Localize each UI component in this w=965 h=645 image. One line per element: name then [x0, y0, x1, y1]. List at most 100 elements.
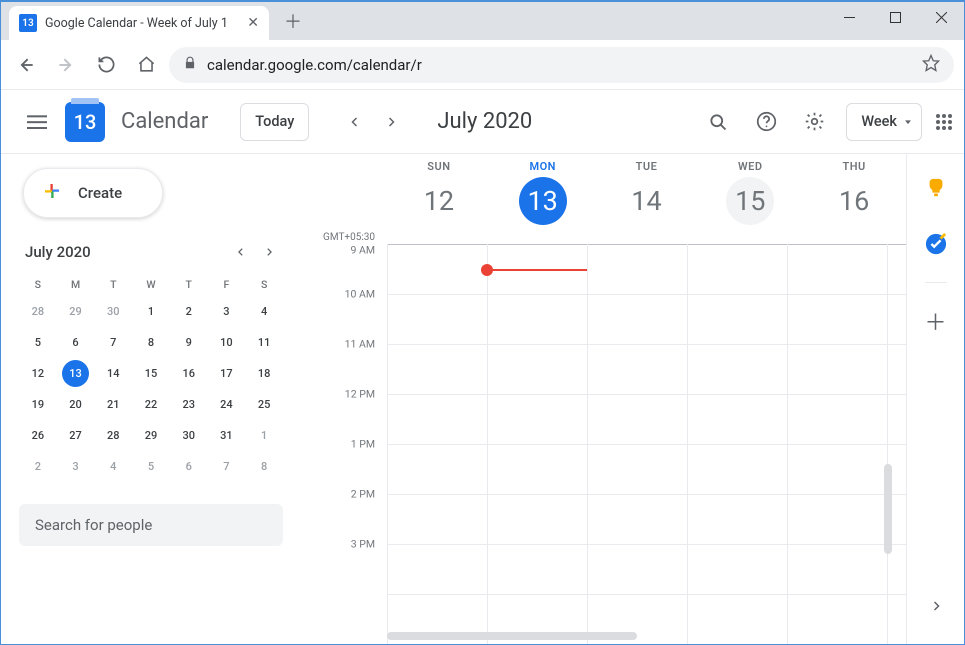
keep-icon[interactable] — [916, 168, 956, 208]
mini-day-cell[interactable]: 14 — [100, 360, 127, 387]
prev-period-button[interactable] — [337, 104, 373, 140]
mini-day-cell[interactable]: 18 — [251, 360, 278, 387]
week-view: GMT+05:30 SUN12MON13TUE14WED15THU16 9 AM… — [301, 154, 906, 644]
tab-title: Google Calendar - Week of July 1 — [45, 16, 239, 31]
now-indicator-dot — [481, 264, 493, 276]
app-header: 13 Calendar Today July 2020 Week — [1, 90, 964, 154]
mini-day-cell[interactable]: 26 — [24, 422, 51, 449]
mini-day-cell[interactable]: 20 — [62, 391, 89, 418]
mini-day-cell[interactable]: 2 — [175, 298, 202, 325]
mini-dow-label: T — [94, 274, 132, 294]
mini-day-cell[interactable]: 28 — [100, 422, 127, 449]
tab-close-icon[interactable]: ✕ — [247, 15, 259, 31]
mini-day-cell[interactable]: 6 — [62, 329, 89, 356]
day-column-header[interactable]: WED15 — [698, 154, 802, 254]
mini-day-cell[interactable]: 31 — [213, 422, 240, 449]
calendar-grid[interactable] — [387, 244, 906, 644]
browser-titlebar: 13 Google Calendar - Week of July 1 ✕ ＋ — [1, 2, 964, 40]
address-bar[interactable]: calendar.google.com/calendar/r — [169, 47, 954, 83]
mini-day-cell[interactable]: 29 — [62, 298, 89, 325]
search-icon[interactable] — [698, 102, 738, 142]
google-apps-icon[interactable] — [936, 114, 954, 130]
mini-day-cell[interactable]: 29 — [137, 422, 164, 449]
mini-day-cell[interactable]: 6 — [175, 453, 202, 480]
mini-next-month-button[interactable] — [255, 238, 283, 266]
day-column-header[interactable]: THU16 — [802, 154, 906, 254]
mini-day-cell[interactable]: 25 — [251, 391, 278, 418]
mini-day-cell[interactable]: 12 — [24, 360, 51, 387]
mini-day-cell[interactable]: 7 — [100, 329, 127, 356]
day-number[interactable]: 16 — [830, 177, 878, 225]
mini-day-cell[interactable]: 1 — [251, 422, 278, 449]
mini-day-cell[interactable]: 4 — [100, 453, 127, 480]
mini-day-cell[interactable]: 19 — [24, 391, 51, 418]
window-minimize-button[interactable] — [826, 2, 872, 32]
day-column-header[interactable]: TUE14 — [595, 154, 699, 254]
grid-hour-line — [387, 544, 906, 545]
url-text: calendar.google.com/calendar/r — [207, 56, 912, 74]
mini-day-cell[interactable]: 17 — [213, 360, 240, 387]
tasks-icon[interactable] — [916, 224, 956, 264]
day-number[interactable]: 12 — [415, 177, 463, 225]
home-button[interactable] — [129, 48, 163, 82]
day-column-header[interactable]: MON13 — [491, 154, 595, 254]
grid-hour-line — [387, 594, 906, 595]
grid-hour-line — [387, 244, 906, 245]
now-indicator-line — [487, 269, 587, 271]
search-people-input[interactable]: Search for people — [19, 504, 283, 546]
bookmark-star-icon[interactable] — [922, 54, 940, 76]
reload-button[interactable] — [89, 48, 123, 82]
mini-prev-month-button[interactable] — [227, 238, 255, 266]
today-button[interactable]: Today — [240, 103, 309, 141]
mini-day-cell[interactable]: 2 — [24, 453, 51, 480]
help-icon[interactable] — [746, 102, 786, 142]
back-button[interactable] — [9, 48, 43, 82]
grid-hour-line — [387, 494, 906, 495]
mini-day-cell[interactable]: 22 — [137, 391, 164, 418]
day-number[interactable]: 15 — [726, 177, 774, 225]
day-of-week-label: SUN — [427, 160, 450, 173]
mini-day-cell[interactable]: 4 — [251, 298, 278, 325]
mini-day-cell[interactable]: 3 — [62, 453, 89, 480]
window-close-button[interactable] — [918, 2, 964, 32]
view-label: Week — [861, 113, 897, 130]
browser-tab[interactable]: 13 Google Calendar - Week of July 1 ✕ — [9, 6, 269, 40]
side-panel: ＋ — [906, 154, 964, 644]
vertical-scrollbar[interactable] — [884, 464, 892, 554]
mini-day-cell[interactable]: 23 — [175, 391, 202, 418]
day-number[interactable]: 14 — [622, 177, 670, 225]
day-number[interactable]: 13 — [519, 177, 567, 225]
mini-day-cell[interactable]: 21 — [100, 391, 127, 418]
mini-day-cell[interactable]: 15 — [137, 360, 164, 387]
mini-day-cell[interactable]: 27 — [62, 422, 89, 449]
mini-day-cell[interactable]: 8 — [137, 329, 164, 356]
settings-gear-icon[interactable] — [794, 102, 834, 142]
mini-day-cell[interactable]: 8 — [251, 453, 278, 480]
mini-day-cell[interactable]: 28 — [24, 298, 51, 325]
next-period-button[interactable] — [373, 104, 409, 140]
mini-day-cell[interactable]: 1 — [137, 298, 164, 325]
day-column-header[interactable]: SUN 12 — [387, 154, 491, 254]
mini-day-cell[interactable]: 5 — [137, 453, 164, 480]
collapse-panel-icon[interactable] — [916, 586, 956, 626]
main-menu-icon[interactable] — [17, 102, 57, 142]
window-maximize-button[interactable] — [872, 2, 918, 32]
mini-day-cell[interactable]: 3 — [213, 298, 240, 325]
mini-day-cell[interactable]: 24 — [213, 391, 240, 418]
mini-day-cell[interactable]: 16 — [175, 360, 202, 387]
view-switcher-button[interactable]: Week — [846, 103, 922, 141]
mini-day-cell[interactable]: 30 — [100, 298, 127, 325]
mini-day-cell[interactable]: 13 — [62, 360, 89, 387]
mini-day-cell[interactable]: 10 — [213, 329, 240, 356]
new-tab-button[interactable]: ＋ — [279, 7, 307, 35]
mini-day-cell[interactable]: 30 — [175, 422, 202, 449]
mini-day-cell[interactable]: 11 — [251, 329, 278, 356]
grid-day-line — [487, 244, 488, 644]
horizontal-scrollbar[interactable] — [387, 632, 637, 640]
mini-day-cell[interactable]: 9 — [175, 329, 202, 356]
mini-day-cell[interactable]: 5 — [24, 329, 51, 356]
add-on-plus-icon[interactable]: ＋ — [916, 301, 956, 341]
create-button[interactable]: Create — [23, 168, 163, 218]
forward-button[interactable] — [49, 48, 83, 82]
mini-day-cell[interactable]: 7 — [213, 453, 240, 480]
